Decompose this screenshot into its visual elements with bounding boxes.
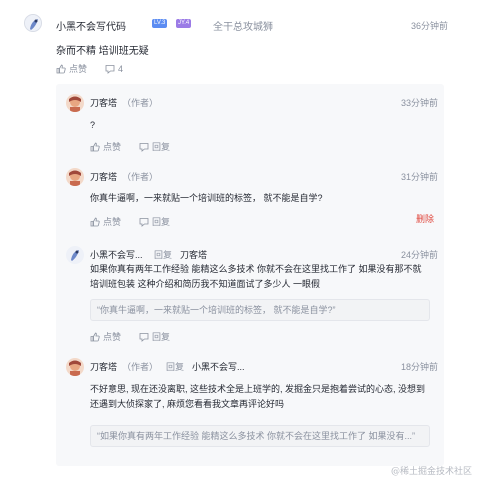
like-label: 点赞 xyxy=(103,332,122,342)
reply-count: 4 xyxy=(118,63,124,74)
avatar-figure-icon xyxy=(66,246,84,264)
reply-actions: 点赞 回复 xyxy=(90,330,170,343)
reply-label: 回复 xyxy=(152,217,171,227)
comment-bubble-icon xyxy=(139,142,149,152)
reply-button[interactable]: 回复 xyxy=(139,215,170,228)
author-role: （作者） xyxy=(122,98,159,108)
comment-bubble-icon xyxy=(105,64,115,74)
quoted-reply[interactable]: “你真牛逼啊，一来就贴一个培训班的标签， 就不能是自学?” xyxy=(90,299,430,321)
reply-text: 你真牛逼啊，一来就贴一个培训班的标签， 就不能是自学? xyxy=(90,193,323,203)
reply-time: 33分钟前 xyxy=(400,98,438,108)
reply-item: 刀客塔 （作者） 31分钟前 你真牛逼啊，一来就贴一个培训班的标签， 就不能是自… xyxy=(56,158,444,236)
thumbs-up-icon xyxy=(90,332,100,341)
quoted-reply[interactable]: “如果你真有两年工作经验 能精这么多技术 你就不会在这里找工作了 如果没有...… xyxy=(90,425,430,447)
like-label: 点赞 xyxy=(69,64,88,74)
comment-bubble-icon xyxy=(139,332,149,342)
reply-item: 刀客塔 （作者） 33分钟前 ? 点赞 回复 xyxy=(56,84,444,156)
author-role: （作者） xyxy=(122,172,159,182)
user-avatar[interactable] xyxy=(66,246,84,264)
user-title: 全干总攻城狮 xyxy=(213,22,273,33)
user-avatar[interactable] xyxy=(24,14,42,32)
reply-username[interactable]: 刀客塔 xyxy=(90,96,117,109)
comment-time: 36分钟前 xyxy=(410,21,448,31)
author-avatar[interactable] xyxy=(66,168,84,186)
reply-text: 不好意思, 现在还没离职, 这些技术全是上班学的, 发掘金只是抱着尝试的心态, … xyxy=(90,384,426,409)
reply-item: 刀客塔 （作者） 回复 小黑不会写... 18分钟前 不好意思, 现在还没离职,… xyxy=(56,348,444,466)
like-button[interactable]: 点赞 xyxy=(56,62,87,75)
reply-time: 24分钟前 xyxy=(400,250,438,260)
comment-username[interactable]: 小黑不会写代码 xyxy=(56,18,126,33)
reply-target-username[interactable]: 小黑不会写... xyxy=(192,360,245,373)
reply-actions: 点赞 回复 xyxy=(90,140,170,153)
reply-username[interactable]: 小黑不会写... xyxy=(90,248,143,261)
reply-button[interactable]: 回复 xyxy=(139,140,170,153)
thumbs-up-icon xyxy=(56,64,66,73)
like-button[interactable]: 点赞 xyxy=(90,215,121,228)
reply-word: 回复 xyxy=(154,250,173,260)
like-label: 点赞 xyxy=(103,217,122,227)
reply-time: 18分钟前 xyxy=(400,362,438,372)
avatar-figure-icon xyxy=(25,15,41,31)
avatar-character-icon xyxy=(66,94,84,112)
reply-text: 如果你真有两年工作经验 能精这么多技术 你就不会在这里找工作了 如果没有那不就培… xyxy=(90,264,422,289)
reply-label: 回复 xyxy=(152,142,171,152)
reply-text: ? xyxy=(90,120,96,130)
comment-actions: 点赞 4 xyxy=(56,62,123,75)
reply-item: 小黑不会写... 回复 刀客塔 24分钟前 如果你真有两年工作经验 能精这么多技… xyxy=(56,236,444,348)
avatar-character-icon xyxy=(66,358,84,376)
comment-content: 杂而不精 培训班无疑 xyxy=(56,46,149,57)
replies-panel: 刀客塔 （作者） 33分钟前 ? 点赞 回复 刀客塔 （作者） 31分钟前 你真… xyxy=(56,84,444,466)
reply-word: 回复 xyxy=(166,362,185,372)
thumbs-up-icon xyxy=(90,142,100,151)
delete-button[interactable]: 删除 xyxy=(416,212,434,225)
author-avatar[interactable] xyxy=(66,94,84,112)
author-avatar[interactable] xyxy=(66,358,84,376)
reply-username[interactable]: 刀客塔 xyxy=(90,170,117,183)
reply-label: 回复 xyxy=(152,332,171,342)
reply-target-username[interactable]: 刀客塔 xyxy=(180,248,207,261)
like-button[interactable]: 点赞 xyxy=(90,330,121,343)
like-label: 点赞 xyxy=(103,142,122,152)
reply-time: 31分钟前 xyxy=(400,172,438,182)
reply-button[interactable]: 回复 xyxy=(139,330,170,343)
avatar-character-icon xyxy=(66,168,84,186)
reply-username[interactable]: 刀客塔 xyxy=(90,360,117,373)
author-role: （作者） xyxy=(122,362,159,372)
watermark: @稀土掘金技术社区 xyxy=(390,467,472,477)
comment-count-button[interactable]: 4 xyxy=(105,62,123,75)
level-badge[interactable]: LV.3 xyxy=(152,19,168,28)
thumbs-up-icon xyxy=(90,217,100,226)
like-button[interactable]: 点赞 xyxy=(90,140,121,153)
comment-bubble-icon xyxy=(139,217,149,227)
reply-actions: 点赞 回复 xyxy=(90,215,170,228)
jy-badge[interactable]: JY.4 xyxy=(176,19,192,28)
